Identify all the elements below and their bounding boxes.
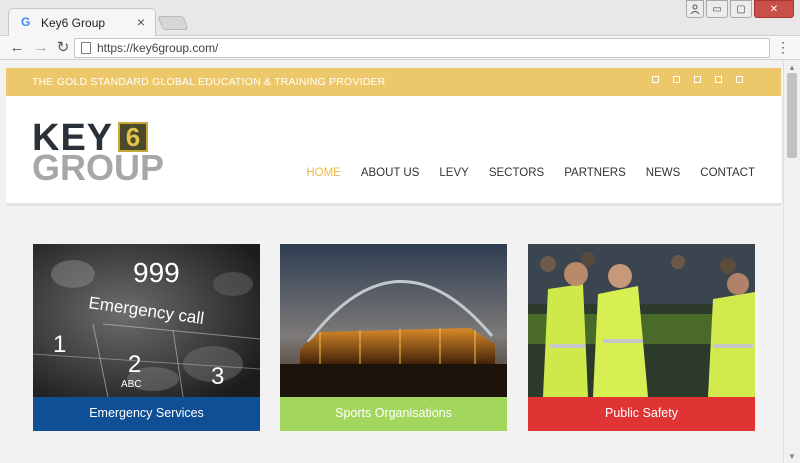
svg-text:2: 2 — [128, 351, 141, 378]
tab-close-icon[interactable]: × — [137, 14, 145, 30]
svg-text:ABC: ABC — [121, 379, 142, 390]
close-window-button[interactable]: ✕ — [754, 0, 794, 18]
forward-arrow-icon[interactable]: → — [32, 39, 50, 57]
new-tab-button[interactable] — [157, 16, 189, 30]
card-sports-organisations[interactable]: Sports Organisations — [280, 244, 507, 431]
card-public-safety[interactable]: Public Safety — [528, 244, 755, 431]
card-label-sports-organisations[interactable]: Sports Organisations — [280, 397, 507, 431]
social-icon-5[interactable] — [736, 76, 743, 83]
nav-levy[interactable]: LEVY — [439, 167, 468, 179]
nav-about-us[interactable]: ABOUT US — [361, 167, 420, 179]
url-text[interactable]: https://key6group.com/ — [97, 41, 218, 55]
key6-logo[interactable]: KEY 6 GROUP — [32, 119, 164, 186]
overlay-999-text: 999 — [133, 257, 180, 288]
browser-tab[interactable]: G Key6 Group × — [8, 8, 156, 36]
scroll-up-icon[interactable]: ▲ — [788, 63, 796, 72]
social-icon-2[interactable] — [673, 76, 680, 83]
browser-menu-icon[interactable]: ⋮ — [776, 39, 790, 56]
site-header: KEY 6 GROUP HOME ABOUT US LEVY SECTORS P… — [6, 96, 781, 206]
minimize-button[interactable]: ▭ — [706, 0, 728, 18]
scroll-thumb[interactable] — [787, 73, 797, 158]
google-favicon-icon: G — [21, 15, 31, 29]
address-bar[interactable]: https://key6group.com/ — [74, 38, 770, 58]
tagline: THE GOLD STANDARD GLOBAL EDUCATION & TRA… — [32, 76, 386, 88]
card-label-public-safety[interactable]: Public Safety — [528, 397, 755, 431]
stewards-hi-vis-image — [528, 244, 755, 397]
social-links — [652, 76, 743, 83]
maximize-button[interactable]: ▢ — [730, 0, 752, 18]
user-profile-icon[interactable] — [686, 0, 704, 18]
card-label-emergency-services[interactable]: Emergency Services — [33, 397, 260, 431]
browser-titlebar: G Key6 Group × ▭ ▢ ✕ — [0, 0, 800, 36]
stadium-arch-image — [280, 244, 507, 397]
reload-icon[interactable]: ↻ — [54, 39, 72, 57]
logo-group-text: GROUP — [32, 147, 165, 188]
social-icon-3[interactable] — [694, 76, 701, 83]
emergency-call-keypad-image: 999 Emergency call 1 2 ABC 3 — [33, 244, 260, 397]
scroll-down-icon[interactable]: ▼ — [788, 452, 796, 461]
card-emergency-services[interactable]: 999 Emergency call 1 2 ABC 3 Emergency S… — [33, 244, 260, 431]
back-arrow-icon[interactable]: ← — [8, 39, 26, 57]
sector-cards: 999 Emergency call 1 2 ABC 3 Emergency S… — [33, 244, 755, 434]
svg-text:3: 3 — [211, 363, 224, 390]
page-scrollbar[interactable]: ▲ ▼ — [783, 61, 800, 463]
window-controls: ▭ ▢ ✕ — [686, 0, 794, 18]
tab-title: Key6 Group — [41, 16, 106, 30]
page-info-icon[interactable] — [81, 42, 91, 54]
browser-toolbar: ← → ↻ https://key6group.com/ ⋮ — [0, 36, 800, 60]
svg-text:1: 1 — [53, 331, 66, 358]
top-bar: THE GOLD STANDARD GLOBAL EDUCATION & TRA… — [6, 68, 781, 96]
nav-news[interactable]: NEWS — [646, 167, 681, 179]
social-icon-4[interactable] — [715, 76, 722, 83]
nav-partners[interactable]: PARTNERS — [564, 167, 626, 179]
website: THE GOLD STANDARD GLOBAL EDUCATION & TRA… — [6, 61, 781, 463]
page-viewport: THE GOLD STANDARD GLOBAL EDUCATION & TRA… — [0, 61, 783, 463]
nav-sectors[interactable]: SECTORS — [489, 167, 544, 179]
nav-contact[interactable]: CONTACT — [700, 167, 755, 179]
social-icon-1[interactable] — [652, 76, 659, 83]
nav-home[interactable]: HOME — [306, 167, 341, 179]
main-nav: HOME ABOUT US LEVY SECTORS PARTNERS NEWS… — [306, 167, 755, 179]
